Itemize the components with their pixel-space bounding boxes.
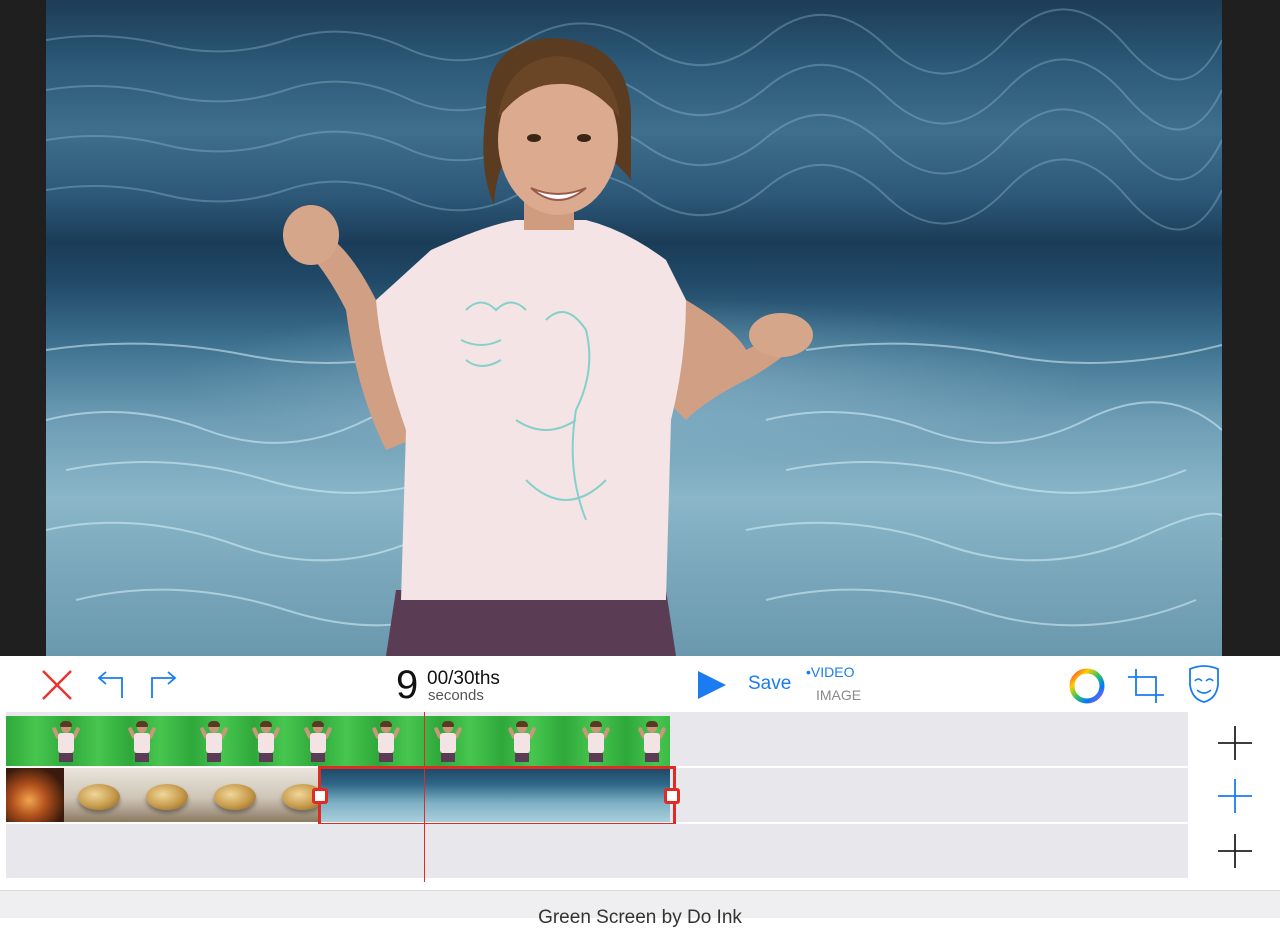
person-figure: [283, 38, 813, 656]
clip-frame-thumbnail: [581, 721, 611, 762]
add-to-track-3-button[interactable]: [1188, 824, 1280, 878]
undo-icon: [97, 671, 123, 698]
underwater-scene: [46, 8, 1222, 656]
plus-icon: [1218, 834, 1252, 868]
close-button[interactable]: [40, 668, 74, 702]
green-screen-clip[interactable]: [6, 716, 670, 766]
color-picker-button[interactable]: [1068, 667, 1106, 705]
time-unit: seconds: [428, 687, 484, 704]
time-seconds: 9: [396, 663, 419, 707]
timeline: [0, 712, 1280, 882]
clip-frame-thumbnail: [507, 721, 537, 762]
crop-icon: [1128, 669, 1164, 703]
trim-start-handle[interactable]: [312, 788, 328, 804]
add-to-track-1-button[interactable]: [1188, 712, 1280, 766]
play-icon: [698, 671, 726, 699]
time-fraction: 00/30ths: [427, 668, 500, 689]
clip-frame-thumbnail: [637, 721, 667, 762]
video-mode-option[interactable]: •VIDEO: [806, 664, 854, 680]
clip-frame-thumbnail: [127, 721, 157, 762]
coin-clip-frame: [200, 768, 268, 822]
mask-icon: [1189, 665, 1219, 703]
redo-button[interactable]: [148, 668, 180, 700]
undo-button[interactable]: [94, 668, 126, 700]
clip-frame-thumbnail: [51, 721, 81, 762]
track-foreground-video[interactable]: [6, 712, 1188, 766]
coin-clip-frame: [64, 768, 132, 822]
clip-frame-thumbnail: [433, 721, 463, 762]
app-title: Green Screen by Do Ink: [538, 907, 742, 928]
selected-clip-frame: [318, 766, 676, 826]
plus-icon: [1218, 779, 1252, 813]
composited-frame: [46, 0, 1222, 656]
color-wheel-icon: [1069, 668, 1105, 704]
fire-clip[interactable]: [6, 768, 64, 822]
playhead[interactable]: [424, 712, 425, 882]
play-button[interactable]: [696, 670, 728, 700]
video-preview[interactable]: [0, 0, 1280, 656]
coin-clip-frame: [132, 768, 200, 822]
track-background-video[interactable]: [6, 766, 1188, 826]
close-icon: [42, 670, 72, 700]
redo-icon: [151, 671, 177, 698]
clip-frame-thumbnail: [371, 721, 401, 762]
save-button[interactable]: Save: [748, 674, 791, 694]
coin-clip-frame: [268, 768, 324, 822]
clip-frame-thumbnail: [251, 721, 281, 762]
add-to-track-2-button[interactable]: [1188, 768, 1280, 822]
mask-button[interactable]: [1186, 665, 1222, 705]
app-footer: Green Screen by Do Ink: [0, 890, 1280, 928]
plus-icon: [1218, 726, 1252, 760]
image-mode-option[interactable]: IMAGE: [816, 687, 861, 703]
trim-end-handle[interactable]: [664, 788, 680, 804]
crop-button[interactable]: [1126, 667, 1166, 705]
clip-frame-thumbnail: [199, 721, 229, 762]
track-empty[interactable]: [6, 824, 1188, 878]
clip-frame-thumbnail: [303, 721, 333, 762]
